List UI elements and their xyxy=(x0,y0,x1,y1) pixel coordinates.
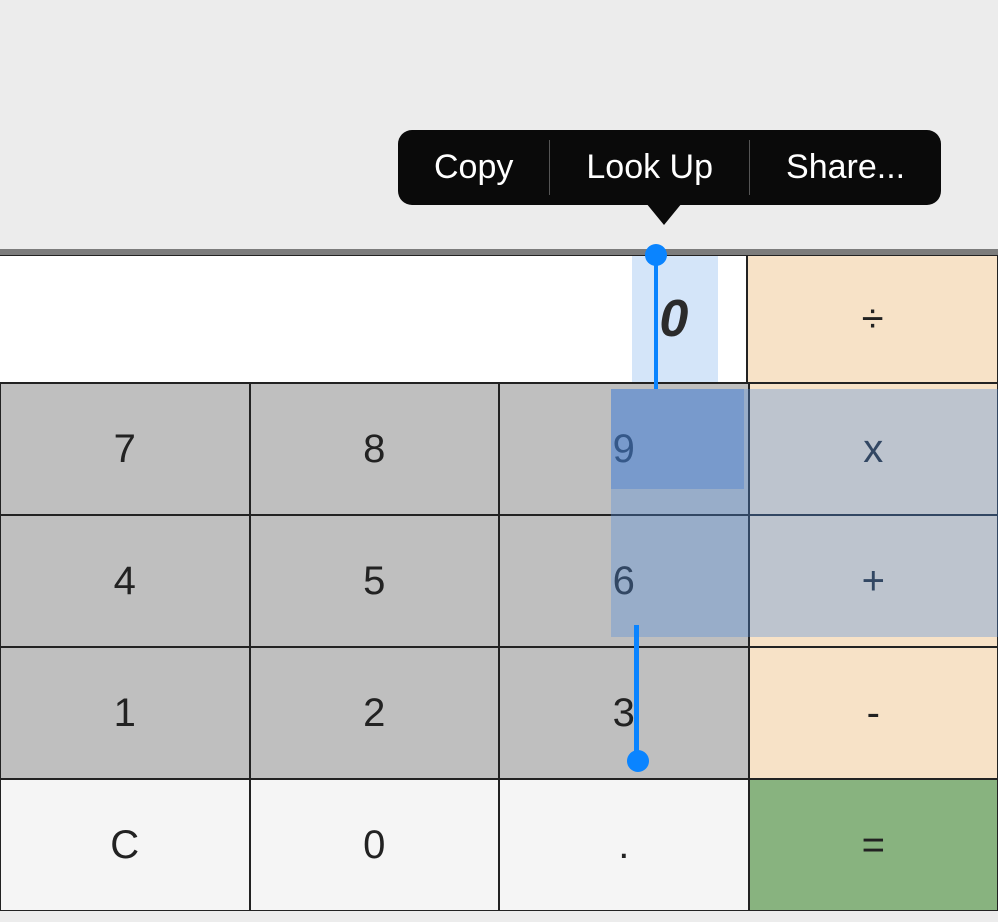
multiply-button[interactable]: x xyxy=(749,383,998,515)
context-menu-tail xyxy=(646,203,682,225)
clear-button[interactable]: C xyxy=(0,779,250,911)
calculator-panel: 0 ÷ 7 8 9 x 4 5 6 + 1 2 3 - C 0 . = xyxy=(0,255,998,911)
key-3[interactable]: 3 xyxy=(499,647,749,779)
calculator-display[interactable]: 0 xyxy=(0,255,747,383)
divide-button[interactable]: ÷ xyxy=(747,255,998,383)
selection-handle-bottom-dot[interactable] xyxy=(627,750,649,772)
selection-handle-top-dot[interactable] xyxy=(645,244,667,266)
context-menu: Copy Look Up Share... xyxy=(398,130,941,205)
calculator-keypad: 7 8 9 x 4 5 6 + 1 2 3 - C 0 . = xyxy=(0,383,998,911)
minus-button[interactable]: - xyxy=(749,647,998,779)
key-8[interactable]: 8 xyxy=(250,383,500,515)
display-value: 0 xyxy=(659,289,688,349)
key-2[interactable]: 2 xyxy=(250,647,500,779)
key-1[interactable]: 1 xyxy=(0,647,250,779)
selection-handle-top-line[interactable] xyxy=(654,261,658,389)
decimal-button[interactable]: . xyxy=(499,779,749,911)
top-background xyxy=(0,0,998,255)
key-6[interactable]: 6 xyxy=(499,515,749,647)
key-5[interactable]: 5 xyxy=(250,515,500,647)
equals-button[interactable]: = xyxy=(749,779,998,911)
key-0[interactable]: 0 xyxy=(250,779,500,911)
plus-button[interactable]: + xyxy=(749,515,998,647)
context-menu-lookup[interactable]: Look Up xyxy=(550,130,749,205)
key-7[interactable]: 7 xyxy=(0,383,250,515)
key-4[interactable]: 4 xyxy=(0,515,250,647)
context-menu-share[interactable]: Share... xyxy=(750,130,941,205)
key-9[interactable]: 9 xyxy=(499,383,749,515)
context-menu-copy[interactable]: Copy xyxy=(398,130,549,205)
selection-handle-bottom-line[interactable] xyxy=(634,625,639,755)
